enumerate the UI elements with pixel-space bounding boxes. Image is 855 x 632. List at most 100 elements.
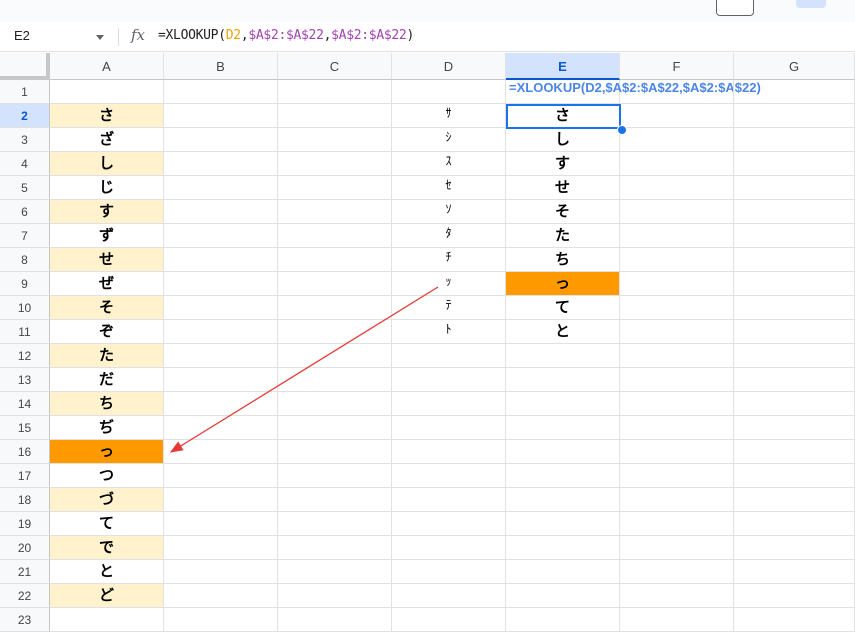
row-header-6[interactable]: 6 [0, 200, 50, 224]
fill-handle[interactable] [617, 125, 627, 135]
cell[interactable] [164, 200, 278, 224]
cell[interactable] [734, 488, 855, 512]
cell-a2[interactable]: さ [50, 104, 164, 128]
cell[interactable] [620, 296, 734, 320]
cell[interactable] [392, 512, 506, 536]
cell[interactable] [164, 536, 278, 560]
column-header-e[interactable]: E [506, 53, 620, 80]
cell-a22[interactable]: ど [50, 584, 164, 608]
cell-d2[interactable]: ｻ [392, 104, 506, 128]
column-header-c[interactable]: C [278, 53, 392, 80]
cell-e10[interactable]: て [506, 296, 620, 320]
cell-e5[interactable]: せ [506, 176, 620, 200]
cell[interactable] [506, 512, 620, 536]
cell[interactable] [506, 536, 620, 560]
cell[interactable] [734, 296, 855, 320]
cell-d10[interactable]: ﾃ [392, 296, 506, 320]
cell[interactable] [506, 440, 620, 464]
cell[interactable] [392, 536, 506, 560]
cell-a13[interactable]: だ [50, 368, 164, 392]
cell[interactable] [392, 392, 506, 416]
cell[interactable] [392, 464, 506, 488]
cell[interactable] [278, 80, 392, 104]
cell-a6[interactable]: す [50, 200, 164, 224]
cell-e9[interactable]: っ [506, 272, 620, 296]
cell[interactable] [278, 128, 392, 152]
cell[interactable] [506, 368, 620, 392]
cell[interactable] [506, 488, 620, 512]
cell[interactable] [734, 128, 855, 152]
cell[interactable] [734, 392, 855, 416]
cell-d4[interactable]: ｽ [392, 152, 506, 176]
cell-a16[interactable]: っ [50, 440, 164, 464]
row-header-9[interactable]: 9 [0, 272, 50, 296]
cell[interactable] [734, 440, 855, 464]
cell[interactable] [506, 464, 620, 488]
cell[interactable] [734, 272, 855, 296]
column-header-a[interactable]: A [50, 53, 164, 80]
cell[interactable] [278, 104, 392, 128]
cell[interactable] [620, 440, 734, 464]
row-header-22[interactable]: 22 [0, 584, 50, 608]
cell[interactable] [392, 344, 506, 368]
cell[interactable] [392, 488, 506, 512]
cell[interactable] [392, 560, 506, 584]
column-header-d[interactable]: D [392, 53, 506, 80]
cell[interactable] [620, 584, 734, 608]
cell-e1[interactable]: =XLOOKUP(D2,$A$2:$A$22,$A$2:$A$22) [506, 80, 761, 104]
cell-a20[interactable]: で [50, 536, 164, 560]
cell[interactable] [278, 152, 392, 176]
cell[interactable] [278, 176, 392, 200]
cell[interactable] [506, 344, 620, 368]
cell[interactable] [278, 584, 392, 608]
row-header-8[interactable]: 8 [0, 248, 50, 272]
cell-d7[interactable]: ﾀ [392, 224, 506, 248]
row-header-16[interactable]: 16 [0, 440, 50, 464]
cell[interactable] [506, 560, 620, 584]
cell[interactable] [278, 368, 392, 392]
cell[interactable] [278, 320, 392, 344]
cell[interactable] [164, 104, 278, 128]
cell[interactable] [620, 104, 734, 128]
cell[interactable] [734, 344, 855, 368]
cell[interactable] [164, 416, 278, 440]
cell[interactable] [620, 560, 734, 584]
name-box[interactable]: E2 [14, 28, 30, 43]
cell[interactable] [164, 320, 278, 344]
row-header-5[interactable]: 5 [0, 176, 50, 200]
cell[interactable] [620, 608, 734, 632]
cell-a12[interactable]: た [50, 344, 164, 368]
cell-e11[interactable]: と [506, 320, 620, 344]
cell[interactable] [620, 248, 734, 272]
cell[interactable] [734, 512, 855, 536]
cell[interactable] [278, 224, 392, 248]
cell[interactable] [506, 416, 620, 440]
cell[interactable] [734, 584, 855, 608]
cell[interactable] [392, 584, 506, 608]
column-header-g[interactable]: G [734, 53, 855, 80]
row-header-23[interactable]: 23 [0, 608, 50, 632]
cell[interactable] [734, 200, 855, 224]
cell[interactable] [620, 392, 734, 416]
cell[interactable] [620, 80, 734, 104]
cell-d5[interactable]: ｾ [392, 176, 506, 200]
cell[interactable] [392, 440, 506, 464]
cell[interactable] [278, 296, 392, 320]
column-header-f[interactable]: F [620, 53, 734, 80]
row-header-21[interactable]: 21 [0, 560, 50, 584]
row-header-2[interactable]: 2 [0, 104, 50, 128]
cell[interactable] [164, 224, 278, 248]
cell[interactable] [164, 80, 278, 104]
cell[interactable] [506, 608, 620, 632]
cell-d3[interactable]: ｼ [392, 128, 506, 152]
row-header-20[interactable]: 20 [0, 536, 50, 560]
cell[interactable] [734, 416, 855, 440]
cell[interactable] [734, 608, 855, 632]
cell[interactable] [278, 608, 392, 632]
formula-input[interactable]: =XLOOKUP(D2,$A$2:$A$22,$A$2:$A$22) [158, 28, 414, 43]
cell[interactable] [620, 536, 734, 560]
cell[interactable] [278, 464, 392, 488]
cell[interactable] [620, 344, 734, 368]
cell[interactable] [164, 176, 278, 200]
cell[interactable] [620, 152, 734, 176]
